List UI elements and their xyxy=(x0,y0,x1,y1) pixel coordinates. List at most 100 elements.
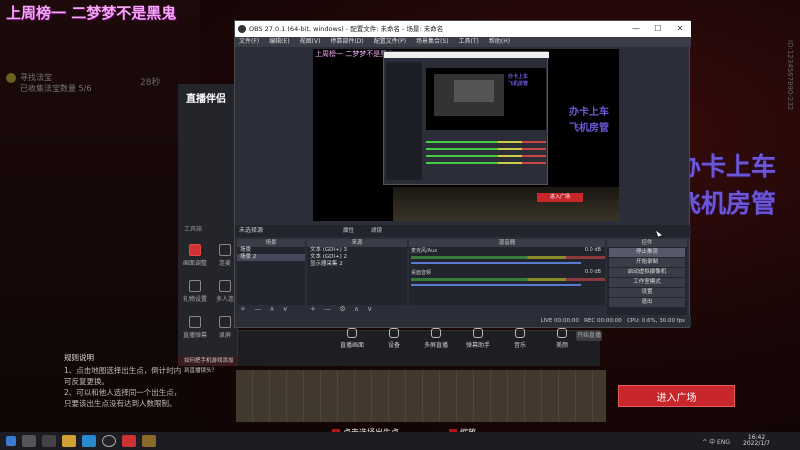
volume-meter xyxy=(411,256,605,259)
volume-slider[interactable] xyxy=(411,284,581,286)
obs-window: OBS 27.0.1 (64-bit, windows) - 配置文件: 未命名… xyxy=(234,20,691,328)
preview-enter-button: 进入广场 xyxy=(537,193,583,202)
menu-item[interactable]: 配置文件(P) xyxy=(374,37,406,47)
nested-overlay-text: 办卡上车 飞机房管 xyxy=(508,74,529,87)
no-source-label: 未选择源 xyxy=(239,227,264,234)
start-live-button[interactable]: 开始直播 xyxy=(576,331,602,341)
sources-dock: 文本 (GDI+) 3 文本 (GDI+) 2 显示器采集 2 xyxy=(307,247,407,305)
mixer-track: 桌面音频 0.0 dB xyxy=(409,269,605,291)
preview-map xyxy=(393,187,619,221)
obs-titlebar: OBS 27.0.1 (64-bit, windows) - 配置文件: 未命名… xyxy=(235,21,691,37)
game-app-icon[interactable] xyxy=(142,435,156,447)
stop-stream-button[interactable]: 停止推流 xyxy=(609,248,685,257)
source-item[interactable]: 文本 (GDI+) 3 xyxy=(307,247,407,254)
assistant-notice[interactable]: 如何把手机游戏添加到直播镜头？ xyxy=(178,356,238,374)
obs-app-icon[interactable] xyxy=(102,435,116,447)
obs-preview-canvas[interactable]: 上周榜一 二梦梦不是黑鬼 办卡上车 飞机房管 办卡上车 飞机房管 进入广场 xyxy=(313,49,619,221)
task-view-icon[interactable] xyxy=(42,435,56,447)
minimize-icon[interactable]: — xyxy=(625,21,647,37)
nested-obs-capture: 办卡上车 飞机房管 xyxy=(383,51,549,185)
task-timer: 28秒 xyxy=(140,78,161,88)
task-title: 寻找法宝 xyxy=(20,73,52,82)
filters-button[interactable]: 滤镜 xyxy=(371,227,382,235)
game-map-tiles[interactable] xyxy=(236,370,606,422)
download-icon xyxy=(219,280,231,292)
obs-menubar: 文件(F) 编辑(E) 视图(V) 停靠部件(D) 配置文件(P) 场景集合(S… xyxy=(235,37,691,47)
settings-button[interactable]: 设置 xyxy=(609,288,685,297)
menu-item[interactable]: 文件(F) xyxy=(239,37,259,47)
overlay-line-2: 飞机房管 xyxy=(676,189,777,218)
rules-line: 2、可以和他人选择同一个出生点， xyxy=(64,388,182,397)
multi-screen-icon xyxy=(431,328,441,338)
obs-title-text: OBS 27.0.1 (64-bit, windows) - 配置文件: 未命名… xyxy=(249,25,444,33)
rules-line: 只要该出生点没有达到人数限制。 xyxy=(64,399,177,408)
menu-item[interactable]: 工具(T) xyxy=(459,37,479,47)
rec-timer: REC 00:00:00 xyxy=(584,318,622,324)
cpu-fps: CPU: 0.6%, 30.00 fps xyxy=(626,318,685,324)
obs-statusbar: LIVE 00:00:00 REC 00:00:00 CPU: 0.6%, 30… xyxy=(235,315,691,327)
panel-item[interactable]: 直播画面 xyxy=(340,328,364,349)
search-icon[interactable] xyxy=(22,435,36,447)
tool-item[interactable]: 礼物设置 xyxy=(180,280,210,303)
panel-item[interactable]: 美颜 xyxy=(550,328,574,349)
screen-icon xyxy=(347,328,357,338)
menu-item[interactable]: 帮助(H) xyxy=(489,37,510,47)
windows-taskbar: ^ 中 ENG 16:42 2022/1/7 xyxy=(0,432,800,450)
controls-dock: 停止推流 开始录制 启动虚拟摄像机 工作室模式 设置 退出 xyxy=(607,247,687,315)
windows-start-icon[interactable] xyxy=(6,436,16,446)
scenes-dock-toolbar[interactable]: + — ∧ ∨ xyxy=(237,305,305,313)
source-item[interactable]: 文本 (GDI+) 2 xyxy=(307,254,407,261)
tool-item[interactable]: 直播弹幕 xyxy=(180,316,210,339)
scene-item[interactable]: 场景 2 xyxy=(237,254,305,261)
nested-preview: 办卡上车 飞机房管 xyxy=(426,68,546,130)
sources-dock-title: 来源 xyxy=(307,239,407,247)
menu-item[interactable]: 场景集合(S) xyxy=(416,37,449,47)
panel-item[interactable]: 弹幕助手 xyxy=(466,328,490,349)
assistant-logo: 直播伴侣 xyxy=(186,94,226,105)
rules-line: 可反复更换。 xyxy=(64,377,109,386)
tool-item[interactable]: 画面调整 xyxy=(180,244,210,267)
system-tray[interactable]: ^ 中 ENG xyxy=(702,437,730,446)
mixer-dock-title: 混音器 xyxy=(409,239,605,247)
stream-overlay-text: 办卡上车 飞机房管 xyxy=(676,148,776,222)
exit-button[interactable]: 退出 xyxy=(609,298,685,307)
live-timer: LIVE 00:00:00 xyxy=(540,318,579,324)
tools-label: 工具箱 xyxy=(184,226,203,233)
obs-logo-icon xyxy=(238,25,246,33)
close-icon[interactable]: ✕ xyxy=(669,21,691,37)
screen-icon xyxy=(189,244,201,256)
window-controls: — ☐ ✕ xyxy=(625,21,691,37)
browser-icon[interactable] xyxy=(82,435,96,447)
start-record-button[interactable]: 开始录制 xyxy=(609,258,685,267)
mixer-track: 麦克风/Aux 0.0 dB xyxy=(409,247,605,269)
source-item[interactable]: 显示器采集 2 xyxy=(307,261,407,268)
menu-item[interactable]: 视图(V) xyxy=(300,37,321,47)
chat-icon xyxy=(189,316,201,328)
nested-sidebar xyxy=(386,62,422,180)
beauty-icon xyxy=(557,328,567,338)
taskbar-clock[interactable]: 16:42 2022/1/7 xyxy=(743,435,770,447)
source-toolbar: 未选择源 属性 滤镜 xyxy=(235,225,691,237)
panel-item[interactable]: 设备 xyxy=(382,328,406,349)
menu-item[interactable]: 停靠部件(D) xyxy=(330,37,363,47)
stream-banner: 上周榜一 二梦梦不是黑鬼 xyxy=(6,4,177,22)
assistant-sidebar: 直播伴侣 工具箱 画面调整 连麦 礼物设置 多人连 直播弹幕 录屏 xyxy=(178,84,238,366)
volume-slider[interactable] xyxy=(411,262,581,264)
file-explorer-icon[interactable] xyxy=(62,435,76,447)
properties-button[interactable]: 属性 xyxy=(343,227,354,235)
volume-meter xyxy=(411,278,605,281)
assistant-panel-icons: 直播画面 设备 多屏直播 弹幕助手 音乐 美颜 xyxy=(340,328,574,349)
menu-item[interactable]: 编辑(E) xyxy=(269,37,289,47)
live-app-icon[interactable] xyxy=(122,435,136,447)
gift-icon xyxy=(189,280,201,292)
scene-item[interactable]: 场景 xyxy=(237,247,305,254)
enter-plaza-button[interactable]: 进入广场 xyxy=(618,385,735,407)
studio-mode-button[interactable]: 工作室模式 xyxy=(609,278,685,287)
maximize-icon[interactable]: ☐ xyxy=(647,21,669,37)
sources-dock-toolbar[interactable]: + — ⚙ ∧ ∨ xyxy=(307,305,407,313)
record-icon xyxy=(219,316,231,328)
virtual-camera-button[interactable]: 启动虚拟摄像机 xyxy=(609,268,685,277)
device-icon xyxy=(389,328,399,338)
panel-item[interactable]: 多屏直播 xyxy=(424,328,448,349)
panel-item[interactable]: 音乐 xyxy=(508,328,532,349)
